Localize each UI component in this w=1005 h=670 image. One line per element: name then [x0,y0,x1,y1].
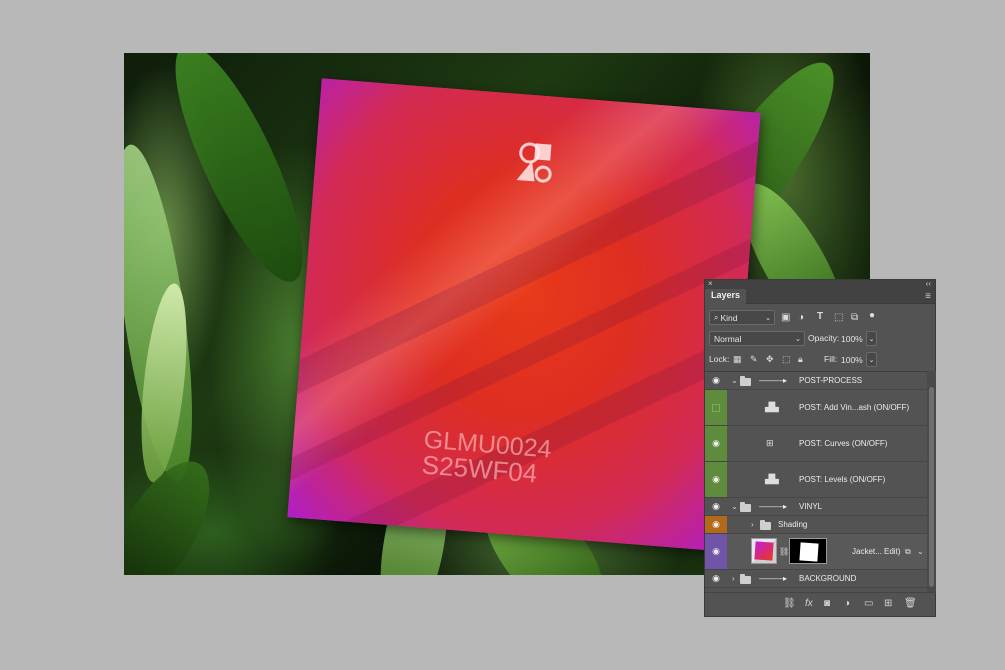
new-group-icon[interactable]: ▭ [864,598,873,609]
panel-footer: ⛓︎ fx ◙ ◑ ▭ ⊞ 🗑︎ [705,592,935,616]
layer-name: POST: Add Vin...ash (ON/OFF) [799,403,910,412]
layer-row-post-curves[interactable]: ◉ ⊞ POST: Curves (ON/OFF) [705,426,927,462]
tab-layers[interactable]: Layers [705,289,747,304]
filter-type-icon[interactable]: T [817,311,823,323]
layer-name: ———▸ [759,502,788,511]
eye-icon[interactable]: ◉ [705,426,727,461]
collapse-icon[interactable]: ‹‹ [926,279,931,288]
lock-label: Lock: [709,354,730,364]
filter-shape-icon[interactable]: ⬚ [834,312,843,324]
layer-name: ———▸ [759,376,788,385]
levels-icon: ▟▙ [765,474,779,484]
eye-icon[interactable]: ◉ [705,534,727,569]
layer-name: Jacket... Edit) [852,547,901,556]
layer-thumbnail [751,538,777,564]
chevron-down-icon: ⌄ [765,314,771,322]
lock-transparent-icon[interactable]: ▦ [733,353,742,365]
layer-row-jacket[interactable]: ◉ ⛓︎ Jacket... Edit) ⧉ ⌄ [705,534,927,570]
filter-kind-value: Kind [720,312,738,323]
layer-row-post-add-vin[interactable]: ▟▙ POST: Add Vin...ash (ON/OFF) [705,390,927,426]
layer-name: Shading [778,520,808,529]
fill-value: 100% [841,354,863,365]
levels-icon: ▟▙ [765,402,779,412]
layer-name: ———▸ [759,574,788,583]
chevron-right-icon[interactable]: › [732,574,735,583]
lock-artboard-icon[interactable]: ⬚ [782,353,791,365]
layer-list-scrollbar[interactable] [927,371,936,593]
chevron-down-icon: ⌄ [868,335,875,343]
filter-smart-object-icon[interactable]: ⧉ [851,312,858,324]
chevron-down-icon[interactable]: ⌄ [731,502,738,511]
eye-icon[interactable]: ◉ [705,570,727,587]
layer-name: VINYL [799,502,823,511]
record-jacket: GLMU0024 S25WF04 [287,78,761,552]
eye-icon[interactable]: ◉ [705,498,727,515]
fill-dropdown[interactable]: ⌄ [866,352,877,367]
fill-label: Fill: [824,354,838,364]
smart-object-icon: ⧉ [905,546,911,556]
layers-panel[interactable]: × ‹‹ Layers ≡ ⌕ Kind ⌄ ▣ ◑ T ⬚ ⧉ ● Norma… [704,279,936,617]
lock-all-icon[interactable]: 🔒︎ [798,353,803,365]
lock-position-icon[interactable]: ✥ [766,353,774,365]
layer-list[interactable]: ◉ ⌄ ———▸ POST-PROCESS ▟▙ POST: Add Vin..… [705,371,927,593]
filter-kind-select[interactable]: ⌕ Kind ⌄ [709,310,775,325]
folder-icon [740,376,751,386]
curves-icon: ⊞ [766,438,774,448]
chevron-down-icon: ⌄ [868,356,875,364]
scrollbar-thumb[interactable] [929,387,934,587]
filter-row: ⌕ Kind ⌄ ▣ ◑ T ⬚ ⧉ ● [705,307,935,328]
add-mask-icon[interactable]: ◙ [824,598,830,609]
blend-mode-value: Normal [714,333,742,344]
opacity-dropdown[interactable]: ⌄ [866,331,877,346]
chevron-down-icon: ⌄ [795,335,801,343]
panel-title-bar[interactable]: × ‹‹ [705,279,935,289]
search-icon: ⌕ [714,312,719,322]
chevron-right-icon[interactable]: › [751,520,754,529]
layer-name: POST: Levels (ON/OFF) [799,475,886,484]
lock-image-icon[interactable]: ✎ [750,353,758,365]
folder-icon [740,574,751,584]
brand-logo [516,142,552,183]
layer-style-icon[interactable]: fx [805,598,813,609]
layer-row-shading[interactable]: ◉ › Shading [705,516,927,534]
fill-input[interactable]: 100% [841,352,867,367]
lock-row: Lock: ▦ ✎ ✥ ⬚ 🔒︎ Fill: 100% ⌄ [705,349,935,370]
link-layers-icon[interactable]: ⛓︎ [783,598,796,609]
layer-name: POST-PROCESS [799,376,863,385]
new-layer-icon[interactable]: ⊞ [884,598,892,609]
leaf-shape [152,53,326,296]
opacity-label: Opacity: [808,333,840,343]
layer-row-vinyl[interactable]: ◉ ⌄ ———▸ VINYL [705,498,927,516]
panel-tab-bar: Layers ≡ [705,289,935,304]
layer-row-post-levels[interactable]: ◉ ▟▙ POST: Levels (ON/OFF) [705,462,927,498]
layer-name: BACKGROUND [799,574,857,583]
filter-adjustment-icon[interactable]: ◑ [798,312,804,324]
layer-row-post-process[interactable]: ◉ ⌄ ———▸ POST-PROCESS [705,372,927,390]
folder-icon [740,502,751,512]
link-icon[interactable]: ⛓︎ [779,547,789,556]
blend-mode-select[interactable]: Normal ⌄ [709,331,805,346]
close-icon[interactable]: × [708,279,713,288]
chevron-down-icon[interactable]: ⌄ [731,376,738,385]
blend-row: Normal ⌄ Opacity: 100% ⌄ [705,328,935,349]
layer-name: POST: Curves (ON/OFF) [799,439,888,448]
opacity-value: 100% [841,333,863,344]
layer-row-background[interactable]: ◉ › ———▸ BACKGROUND [705,570,927,588]
leaf-shape [124,446,230,575]
layer-mask-thumbnail [789,538,827,564]
eye-icon[interactable]: ◉ [705,372,727,389]
chevron-down-icon[interactable]: ⌄ [917,547,924,556]
filter-pixel-icon[interactable]: ▣ [781,312,790,324]
eye-icon[interactable]: ◉ [705,462,727,497]
visibility-toggle-off[interactable] [705,390,727,425]
eye-icon[interactable]: ◉ [705,516,727,533]
folder-icon [760,520,771,530]
adjustment-layer-icon[interactable]: ◑ [844,598,850,609]
panel-menu-icon[interactable]: ≡ [925,291,931,302]
filter-toggle-icon[interactable]: ● [869,310,875,322]
trash-icon[interactable]: 🗑︎ [904,598,917,609]
